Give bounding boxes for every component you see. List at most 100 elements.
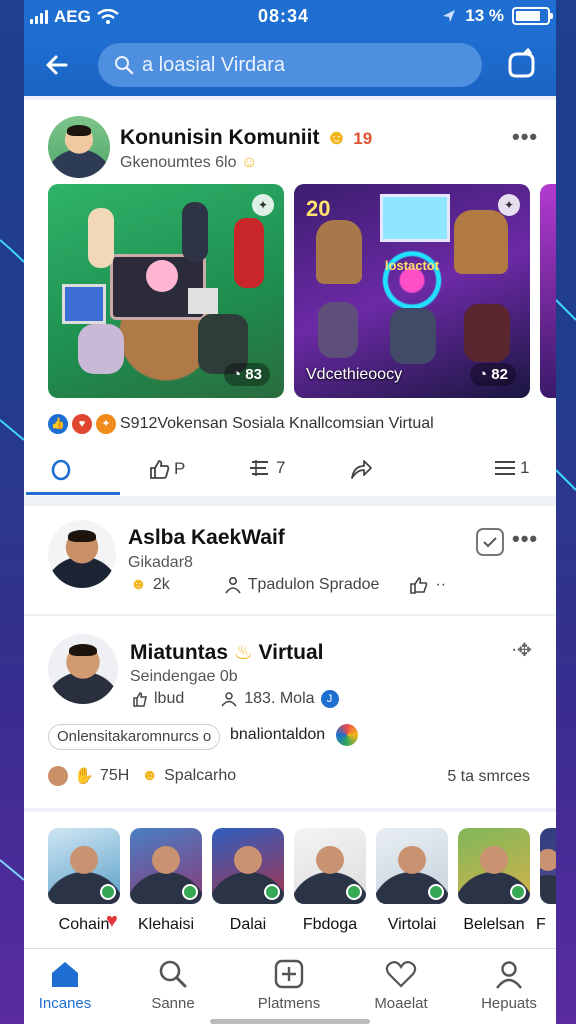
tag-icon[interactable]: ✦ (498, 194, 520, 216)
active-tab-indicator (26, 492, 120, 495)
thumbs-up-icon (150, 460, 170, 479)
verified-check-icon (510, 884, 526, 900)
expand-icon[interactable]: ⋅✥ (511, 640, 532, 661)
person-icon (221, 692, 237, 707)
stat-extra: ·· (435, 576, 447, 593)
media-badge: ◔ 83 (224, 363, 270, 386)
story-thumbnail[interactable] (458, 828, 530, 904)
post-card-profile: Aslba KaekWaif Gikadar8 ☻ 2k Tpadulon Sp… (24, 506, 556, 614)
home-indicator (210, 1019, 370, 1024)
laptop-shape (62, 284, 106, 324)
like-action[interactable]: P (148, 458, 185, 480)
heart-badge-icon: ♥ (106, 910, 118, 932)
app-header: a loasial Virdara (24, 34, 556, 96)
post-title: Aslba KaekWaif (128, 526, 285, 549)
clap-emoji-icon: ✋ (74, 768, 94, 785)
footer-label: Spalcarho (164, 767, 237, 784)
story-thumbnail[interactable] (212, 828, 284, 904)
back-arrow-icon[interactable] (42, 50, 72, 80)
more-options-icon[interactable]: ••• (512, 124, 538, 150)
tag-icon[interactable]: ✦ (252, 194, 274, 216)
nav-create[interactable]: Platmens (244, 959, 334, 1012)
smile-emoji-icon: ☻ (141, 767, 159, 784)
profile-icon (496, 961, 522, 989)
link-chip[interactable]: Onlensitakaromnurcs o (48, 724, 221, 750)
post-subtitle: Gkenoumtes 6lo ☺ (120, 154, 257, 172)
post-image-2[interactable]: 20 lostactot ✦ Vdcethieoocy ◔ 82 (294, 184, 530, 398)
story-thumbnail[interactable] (294, 828, 366, 904)
person-icon (225, 576, 241, 594)
nav-home[interactable]: Incanes (24, 959, 110, 1012)
nav-search[interactable]: Sanne (128, 959, 218, 1012)
menu-count: 1 (520, 458, 530, 477)
share-icon (351, 460, 372, 479)
nav-label: Sanne (151, 995, 195, 1012)
story-thumbnail[interactable] (48, 828, 120, 904)
list-action[interactable]: 7 (248, 458, 285, 478)
comment-icon[interactable] (48, 458, 74, 484)
messenger-icon[interactable] (504, 48, 538, 82)
reactions-text: S912Vokensan Sosiala Knallcomsian Virtua… (120, 415, 434, 432)
nav-activity[interactable]: Moaelat (356, 959, 446, 1012)
person-shape (390, 308, 436, 364)
color-wheel-icon[interactable] (336, 724, 358, 746)
footer-count: 75H (99, 767, 130, 784)
search-input[interactable]: a loasial Virdara (98, 43, 482, 87)
love-reaction-icon: ♥ (72, 414, 92, 434)
story-thumbnail[interactable] (540, 828, 556, 904)
smile-emoji-icon: ☻ (325, 126, 348, 149)
post-subtitle-text: Gkenoumtes 6lo (120, 154, 237, 171)
bear-shape (454, 210, 508, 274)
post-card-virtual: Miatuntas ♨ Virtual Seindengae 0b lbud 1… (24, 616, 556, 808)
verified-check-icon (346, 884, 362, 900)
thumbs-up-icon (133, 692, 147, 707)
candle-emoji-icon: ♨ (233, 641, 253, 664)
nav-label: Incanes (38, 995, 92, 1012)
nav-label: Hepuats (481, 995, 537, 1012)
search-icon (159, 960, 187, 988)
post-image-1[interactable]: ✦ ◔ 83 (48, 184, 284, 398)
post-actions: P 7 1 (24, 452, 556, 492)
story-label: Dalai (229, 916, 267, 933)
avatar-mini-icon (48, 766, 68, 786)
story-thumbnail[interactable] (376, 828, 448, 904)
post-title-text: Konunisin Komuniit (120, 126, 320, 149)
menu-icon (495, 461, 515, 475)
nav-profile[interactable]: Hepuats (464, 959, 554, 1012)
menu-action[interactable]: 1 (494, 458, 529, 478)
home-icon (52, 962, 78, 987)
info-icon[interactable]: J (320, 690, 339, 708)
status-bar: AEG 08:34 13 % (24, 0, 556, 34)
share-action[interactable] (348, 458, 374, 482)
verified-check-icon (264, 884, 280, 900)
post-title: Konunisin Komuniit ☻ 19 (120, 126, 372, 150)
list-icon (250, 460, 268, 476)
stat-count: lbud (154, 690, 185, 707)
reactions-summary[interactable]: 👍 ♥ ✦ S912Vokensan Sosiala Knallcomsian … (48, 414, 434, 434)
footer-shares[interactable]: 5 ta smrces (447, 768, 530, 786)
person-shape (318, 302, 358, 358)
avatar[interactable] (48, 520, 116, 588)
avatar[interactable] (48, 634, 118, 704)
post-subtitle: Gikadar8 (128, 554, 193, 571)
post-subtitle: Seindengae 0b (130, 668, 238, 685)
search-icon (115, 56, 134, 75)
post-card-community: Konunisin Komuniit ☻ 19 Gkenoumtes 6lo ☺… (24, 100, 556, 496)
smile-emoji-icon: ☺ (240, 154, 258, 171)
bottom-navigation: Incanes Sanne Platmens Moaelat Hepuats (24, 948, 556, 1024)
nav-label: Platmens (257, 995, 321, 1012)
avatar[interactable] (48, 116, 110, 178)
camera-icon[interactable] (476, 528, 504, 556)
stories-row: Cohain ♥ Klehaisi Dalai Fbdoga Virtolai Belels… (24, 812, 556, 948)
like-count: P (174, 459, 186, 478)
more-options-icon[interactable]: ••• (512, 526, 538, 552)
clock: 08:34 (258, 6, 310, 26)
carrier-label: AEG (54, 7, 91, 26)
search-placeholder: a loasial Virdara (142, 53, 286, 76)
post-image-3-partial[interactable] (540, 184, 556, 398)
story-label: Klehaisi (137, 916, 195, 933)
link-text[interactable]: bnaliontaldon (230, 726, 325, 744)
story-thumbnail[interactable] (130, 828, 202, 904)
story-label: Fbdoga (302, 916, 358, 933)
post-title-text: Miatuntas (130, 641, 229, 664)
